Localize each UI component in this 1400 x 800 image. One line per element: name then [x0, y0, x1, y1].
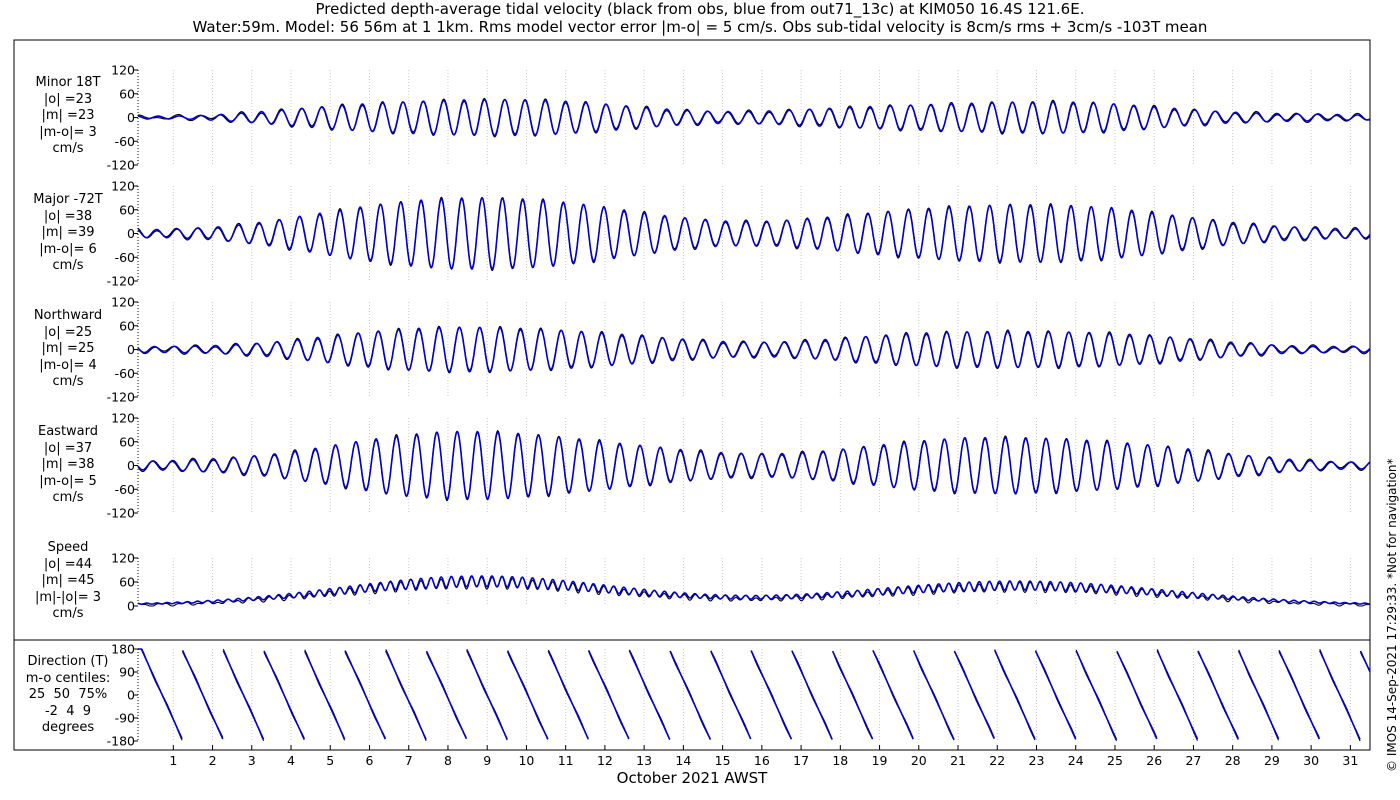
x-tick-label-11: 11 [558, 753, 574, 768]
panel-6-label-line-2: m-o centiles: [25, 670, 111, 686]
series-model-panel-1 [138, 98, 1371, 137]
panel-4-label-line-1: Eastward [37, 424, 99, 439]
panel-6-label-line-4: -2 4 9 [44, 703, 92, 719]
panel-2-label-line-1: Major -72T [33, 192, 103, 207]
x-tick-label-4: 4 [287, 753, 295, 768]
panel-6-label-line-5: degrees [41, 720, 95, 735]
x-tick-label-2: 2 [209, 753, 217, 768]
y-tick-label--120-panel-4: -120 [107, 506, 135, 521]
x-tick-label-24: 24 [1068, 753, 1084, 768]
chart-title-line-2: Water:59m. Model: 56 56m at 1 1km. Rms m… [192, 18, 1208, 36]
y-tick-label-0-panel-6: 0 [127, 688, 135, 703]
panel-1-label-line-5: cm/s [52, 141, 84, 156]
panel-3-label-line-5: cm/s [52, 374, 84, 389]
x-tick-label-23: 23 [1029, 753, 1045, 768]
panel-2-label-line-5: cm/s [52, 258, 84, 273]
panel-label-5: Speed |o| =44 |m| =45 |m|-|o|= 3 cm/s [14, 540, 122, 623]
y-tick-label-0-panel-4: 0 [127, 458, 135, 473]
tidal-velocity-figure: 120600-60-120120600-60-120120600-60-1201… [13, 39, 1371, 787]
panel-3-label-line-4: |m-o|= 4 [39, 357, 97, 373]
y-tick-label-0-panel-3: 0 [127, 342, 135, 357]
panel-5-label-line-2: |o| =44 [43, 556, 93, 572]
panel-4-label-line-2: |o| =37 [43, 440, 93, 456]
x-tick-label-10: 10 [518, 753, 534, 768]
x-tick-label-20: 20 [911, 753, 927, 768]
series-model-panel-5 [137, 575, 1371, 605]
series-model-panel-2 [137, 196, 1371, 270]
direction-panel-frame [13, 639, 1371, 751]
x-tick-label-22: 22 [989, 753, 1005, 768]
x-tick-label-1: 1 [169, 753, 177, 768]
x-tick-label-17: 17 [793, 753, 809, 768]
x-tick-label-13: 13 [636, 753, 652, 768]
panel-6-label-line-3: 25 50 75% [28, 687, 108, 702]
x-tick-label-15: 15 [715, 753, 731, 768]
x-tick-label-28: 28 [1225, 753, 1241, 768]
series-obs-panel-2 [137, 196, 1371, 272]
panel-2-label-line-2: |o| =38 [43, 208, 93, 224]
x-tick-label-31: 31 [1342, 753, 1358, 768]
y-tick-label--120-panel-1: -120 [107, 158, 135, 173]
y-tick-label-0-panel-1: 0 [127, 110, 135, 125]
series-model-panel-3 [137, 326, 1371, 373]
x-tick-label-6: 6 [366, 753, 374, 768]
series-obs-panel-4 [137, 430, 1371, 502]
y-tick-label-0-panel-2: 0 [127, 226, 135, 241]
panel-4-label-line-3: |m| =38 [41, 457, 95, 472]
panel-4-label-line-4: |m-o|= 5 [39, 473, 97, 489]
panel-3-label-line-2: |o| =25 [43, 324, 93, 340]
x-tick-label-30: 30 [1303, 753, 1319, 768]
x-tick-label-29: 29 [1264, 753, 1280, 768]
panel-5-label-line-4: |m|-|o|= 3 [34, 589, 102, 605]
x-tick-label-12: 12 [597, 753, 613, 768]
panel-label-3: Northward |o| =25 |m| =25 |m-o|= 4 cm/s [14, 308, 122, 391]
x-tick-label-14: 14 [675, 753, 691, 768]
panel-1-label-line-3: |m| =23 [41, 108, 95, 123]
x-tick-label-3: 3 [248, 753, 256, 768]
panel-label-2: Major -72T |o| =38 |m| =39 |m-o|= 6 cm/s [14, 192, 122, 275]
x-tick-label-27: 27 [1185, 753, 1201, 768]
x-tick-label-18: 18 [832, 753, 848, 768]
x-tick-label-8: 8 [444, 753, 452, 768]
upper-panels-frame [13, 39, 1371, 641]
panel-1-label-line-2: |o| =23 [43, 91, 93, 107]
x-tick-label-5: 5 [326, 753, 334, 768]
series-model-panel-6 [138, 648, 1371, 740]
copyright-credit: © IMOS 14-Sep-2021 17:29:33. *Not for na… [1385, 458, 1399, 772]
x-tick-label-16: 16 [754, 753, 770, 768]
panel-2-label-line-3: |m| =39 [41, 225, 95, 240]
panel-label-4: Eastward |o| =37 |m| =38 |m-o|= 5 cm/s [14, 424, 122, 507]
panel-1-label-line-1: Minor 18T [35, 75, 101, 90]
series-model-panel-4 [137, 430, 1371, 501]
y-tick-label--120-panel-2: -120 [107, 274, 135, 289]
panel-4-label-line-5: cm/s [52, 490, 84, 505]
x-tick-label-21: 21 [950, 753, 966, 768]
x-tick-label-9: 9 [483, 753, 491, 768]
panel-label-1: Minor 18T |o| =23 |m| =23 |m-o|= 3 cm/s [14, 75, 122, 158]
chart-title-line-1: Predicted depth-average tidal velocity (… [315, 0, 1085, 18]
series-obs-panel-5 [138, 576, 1371, 607]
x-tick-label-25: 25 [1107, 753, 1123, 768]
x-tick-label-7: 7 [405, 753, 413, 768]
panel-2-label-line-4: |m-o|= 6 [39, 241, 97, 257]
x-tick-label-19: 19 [872, 753, 888, 768]
series-obs-panel-6 [138, 648, 1371, 742]
x-tick-label-26: 26 [1146, 753, 1162, 768]
panel-3-label-line-1: Northward [33, 308, 103, 323]
panel-5-label-line-1: Speed [47, 540, 89, 555]
y-tick-label-0-panel-5: 0 [127, 599, 135, 614]
panel-5-label-line-3: |m| =45 [41, 573, 95, 588]
panel-1-label-line-4: |m-o|= 3 [39, 124, 97, 140]
y-tick-label--120-panel-3: -120 [107, 390, 135, 405]
panel-3-label-line-3: |m| =25 [41, 341, 95, 356]
panel-5-label-line-5: cm/s [52, 606, 84, 621]
x-axis-label: October 2021 AWST [617, 769, 769, 787]
panel-label-6: Direction (T) m-o centiles: 25 50 75% -2 4 … [14, 654, 122, 737]
panel-6-label-line-1: Direction (T) [27, 654, 109, 669]
